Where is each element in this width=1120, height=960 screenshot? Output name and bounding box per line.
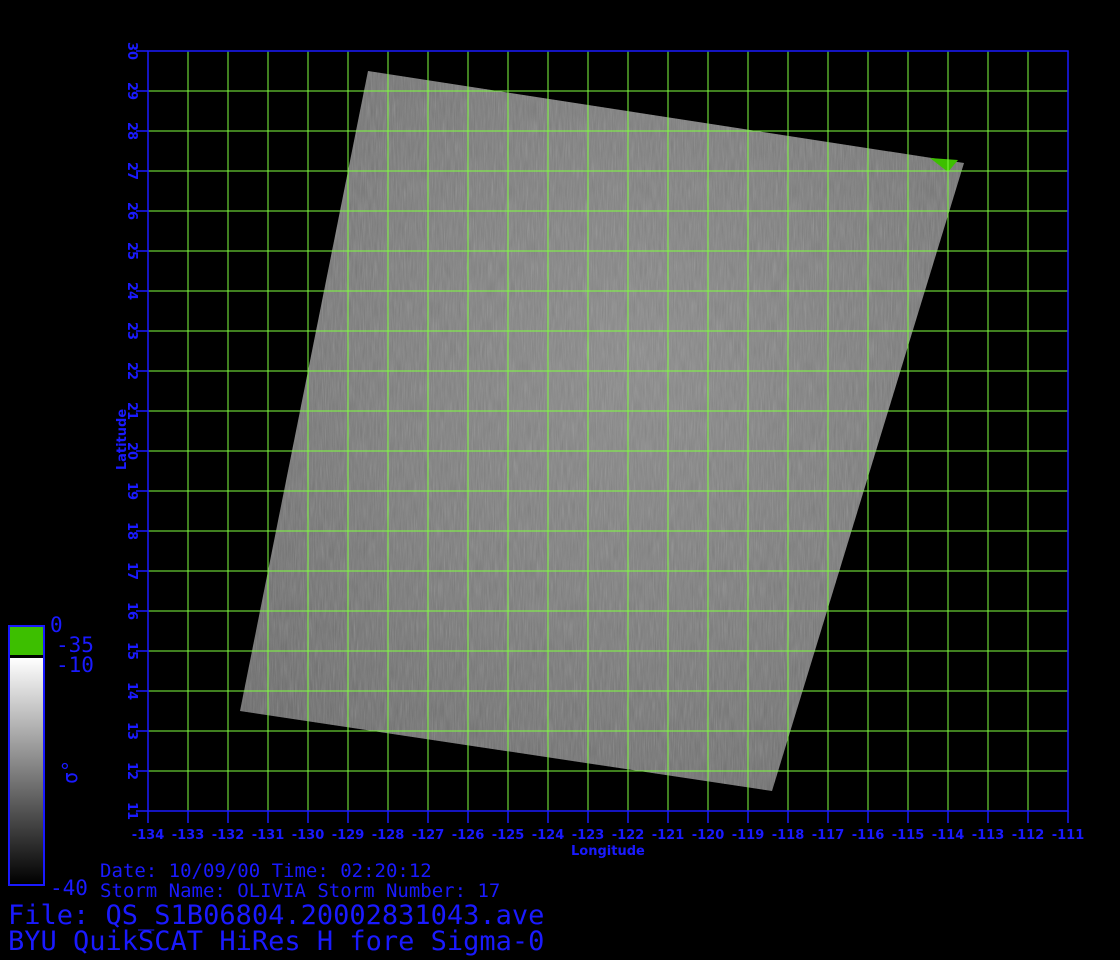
lat-tick-label: 28 [124,122,139,140]
lon-tick-label: -115 [892,828,925,843]
colorbar-range-label-2: -10 [56,653,94,677]
storm-info-line: Storm Name: OLIVIA Storm Number: 17 [100,880,501,902]
lat-tick-label: 12 [124,762,139,780]
product-title-line: BYU QuikSCAT HiRes H fore Sigma-0 [8,926,545,957]
colorbar [8,625,45,886]
lon-tick-label: -124 [532,828,565,843]
lat-tick-label: 23 [124,322,139,340]
lat-tick-label: 25 [124,242,139,260]
lon-tick-label: -130 [292,828,325,843]
lon-tick-label: -117 [812,828,845,843]
lon-tick-label: -129 [332,828,365,843]
lon-tick-label: -112 [1012,828,1045,843]
colorbar-gradient [10,658,43,884]
lat-tick-label: 24 [124,282,139,300]
lat-tick-label: 15 [124,642,139,660]
lat-tick-label: 27 [124,162,139,180]
lat-tick-label: 11 [124,802,139,820]
lat-tick-label: 14 [124,682,139,700]
lat-tick-label: 30 [124,42,139,60]
latitude-axis-label: Latitude [115,408,131,471]
lon-tick-label: -128 [372,828,405,843]
lat-tick-label: 19 [124,482,139,500]
colorbar-land-swatch [10,627,43,655]
lon-tick-label: -111 [1052,828,1085,843]
lon-tick-label: -118 [772,828,805,843]
lon-tick-label: -126 [452,828,485,843]
date-time-line: Date: 10/09/00 Time: 02:20:12 [100,860,432,882]
lat-tick-label: 17 [124,562,139,580]
lon-tick-label: -127 [412,828,445,843]
lon-tick-label: -114 [932,828,965,843]
lon-tick-label: -123 [572,828,605,843]
lon-tick-label: -134 [132,828,165,843]
sigma0-symbol: σ° [58,759,83,785]
longitude-axis-label: Longitude [571,844,645,859]
lon-tick-label: -119 [732,828,765,843]
map-plot: -134 -133 -132 -131 -130 -129 -128 -127 -126 -125… [8,42,1085,886]
lat-tick-label: 18 [124,522,139,540]
lon-tick-label: -121 [652,828,685,843]
lon-tick-label: -133 [172,828,205,843]
lon-tick-label: -120 [692,828,725,843]
lon-tick-label: -131 [252,828,285,843]
lon-tick-label: -113 [972,828,1005,843]
sigma0-swath-image [240,71,964,791]
lat-tick-label: 22 [124,362,139,380]
lat-tick-label: 16 [124,602,139,620]
lon-tick-label: -122 [612,828,645,843]
lon-tick-label: -116 [852,828,885,843]
lon-tick-label: -125 [492,828,525,843]
lat-tick-label: 29 [124,82,139,100]
lat-tick-label: 13 [124,722,139,740]
swath-texture [240,71,964,791]
lon-tick-label: -132 [212,828,245,843]
colorbar-min-label: -40 [50,876,88,900]
lat-tick-label: 26 [124,202,139,220]
